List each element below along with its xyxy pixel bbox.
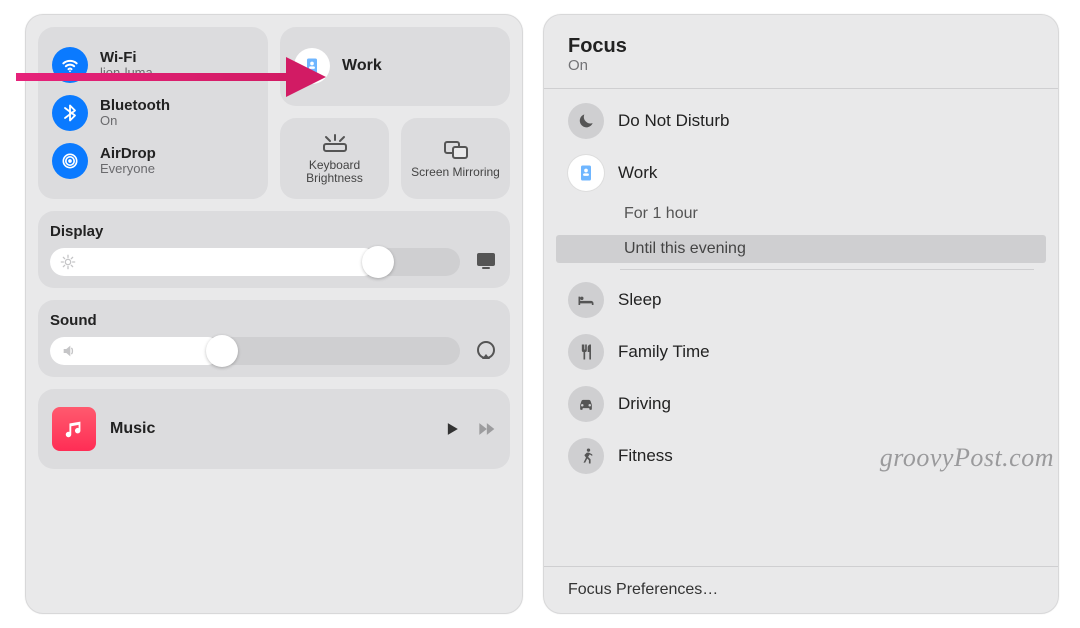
work-option-until-evening[interactable]: Until this evening [556,235,1046,263]
display-card: Display [38,211,510,288]
moon-icon [568,103,604,139]
focus-mode-fitness-label: Fitness [618,446,673,466]
focus-mode-family[interactable]: Family Time [544,326,1058,378]
focus-tile-label: Work [342,57,382,75]
play-icon[interactable] [442,419,462,439]
badge-icon [568,155,604,191]
work-option-1hour[interactable]: For 1 hour [620,199,1058,229]
screen-mirroring-tile[interactable]: Screen Mirroring [401,118,510,199]
wifi-subtitle: lion-luma [100,66,153,80]
sound-slider[interactable] [50,337,460,365]
airdrop-toggle[interactable]: AirDrop Everyone [52,137,254,185]
airdrop-title: AirDrop [100,146,156,163]
music-app-icon [52,407,96,451]
keyboard-brightness-icon [321,131,349,155]
wifi-title: Wi-Fi [100,50,153,67]
airplay-audio-icon[interactable] [474,339,498,363]
connectivity-card: Wi-Fi lion-luma Bluetooth On [38,27,268,199]
focus-mode-family-label: Family Time [618,342,710,362]
focus-mode-work[interactable]: Work [544,147,1058,199]
bluetooth-icon [52,95,88,131]
focus-mode-driving[interactable]: Driving [544,378,1058,430]
focus-mode-driving-label: Driving [618,394,671,414]
sun-icon [60,254,76,270]
car-icon [568,386,604,422]
airdrop-subtitle: Everyone [100,162,156,176]
focus-panel: Focus On Do Not Disturb Work For 1 hour … [543,14,1059,614]
music-title: Music [110,420,428,438]
bluetooth-subtitle: On [100,114,170,128]
sound-card: Sound [38,300,510,377]
wifi-toggle[interactable]: Wi-Fi lion-luma [52,41,254,89]
control-center-panel: Wi-Fi lion-luma Bluetooth On [25,14,523,614]
running-icon [568,438,604,474]
bluetooth-title: Bluetooth [100,98,170,115]
keyboard-brightness-tile[interactable]: Keyboard Brightness [280,118,389,199]
focus-mode-sleep-label: Sleep [618,290,661,310]
utensils-icon [568,334,604,370]
display-output-icon[interactable] [474,250,498,274]
screen-mirroring-icon [443,138,469,162]
focus-mode-dnd-label: Do Not Disturb [618,111,729,131]
now-playing-card[interactable]: Music [38,389,510,469]
keyboard-brightness-label: Keyboard Brightness [286,159,383,185]
display-slider[interactable] [50,248,460,276]
badge-icon [294,48,330,84]
watermark: groovyPost.com [880,443,1054,473]
focus-preferences-link[interactable]: Focus Preferences… [544,567,1058,613]
focus-mode-dnd[interactable]: Do Not Disturb [544,95,1058,147]
wifi-icon [52,47,88,83]
sound-label: Sound [50,312,498,329]
airdrop-icon [52,143,88,179]
bluetooth-toggle[interactable]: Bluetooth On [52,89,254,137]
bed-icon [568,282,604,318]
screen-mirroring-label: Screen Mirroring [411,166,500,179]
speaker-icon [60,343,78,359]
focus-mode-work-label: Work [618,163,657,183]
focus-tile[interactable]: Work [280,27,510,106]
focus-panel-title: Focus [568,35,1034,58]
display-label: Display [50,223,498,240]
focus-mode-sleep[interactable]: Sleep [544,274,1058,326]
focus-panel-status: On [568,57,1034,74]
next-track-icon[interactable] [476,419,496,439]
